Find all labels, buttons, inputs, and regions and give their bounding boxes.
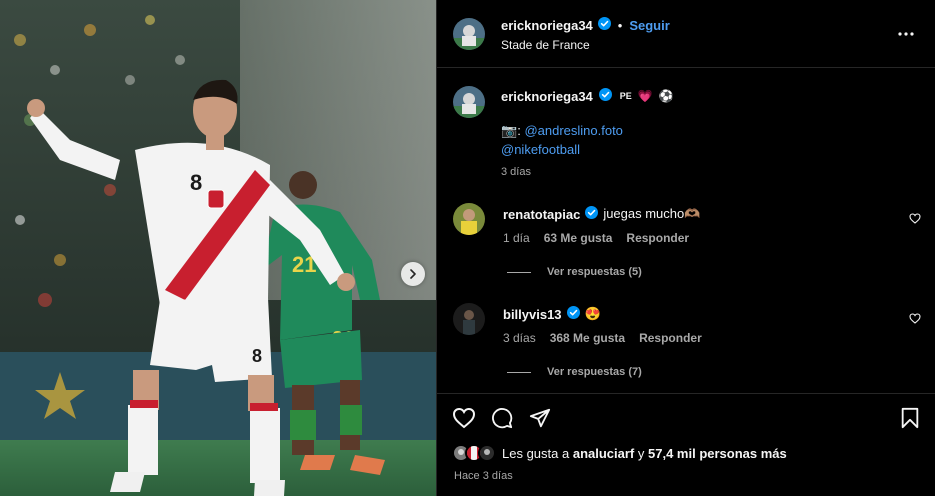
comment-text: 😍 (584, 306, 601, 321)
save-button[interactable] (900, 407, 920, 432)
comment-like-button[interactable] (909, 312, 921, 327)
comment-likes[interactable]: 368 Me gusta (550, 331, 625, 345)
more-horizontal-icon (898, 32, 914, 36)
svg-text:8: 8 (252, 346, 262, 366)
likes-summary: Les gusta a analuciarf y 57,4 mil person… (452, 444, 787, 462)
more-options-button[interactable] (898, 24, 914, 39)
author-avatar[interactable] (453, 18, 485, 50)
author-username[interactable]: ericknoriega34 (501, 18, 593, 33)
caption-photo-credit: 📷: @andreslino.foto (501, 123, 623, 139)
comment-bubble-icon (492, 408, 513, 429)
comment-time[interactable]: 1 día (503, 231, 530, 245)
heart-emoji: 💗 (637, 89, 653, 103)
comment-1-meta: 1 día 63 Me gusta Responder (503, 231, 689, 245)
comment-2-body: billyvis13 😍 (503, 306, 601, 322)
verified-badge-icon (566, 306, 580, 322)
caption-header: ericknoriega34 PE 💗 ⚽ (501, 88, 674, 104)
heart-outline-icon (909, 213, 921, 224)
share-button[interactable] (528, 407, 552, 432)
avatar-image (453, 18, 485, 50)
paper-plane-icon (529, 408, 551, 428)
replies-line (507, 371, 531, 373)
comment-text: juegas mucho🫶🏽 (603, 206, 701, 221)
reply-button[interactable]: Responder (639, 331, 702, 345)
post-action-bar (452, 407, 552, 432)
comment-1-body: renatotapiac juegas mucho🫶🏽 (503, 206, 700, 222)
post-photo[interactable]: 21 21 8 (0, 0, 436, 496)
replies-line (507, 271, 531, 273)
avatar-image (480, 446, 494, 460)
bookmark-icon (901, 407, 919, 429)
likes-joiner: y (637, 445, 645, 461)
header-separator: • (617, 17, 623, 33)
post-header-user: ericknoriega34 • Seguir (501, 17, 670, 33)
panel-divider (436, 0, 437, 496)
football-player-photo: 21 21 8 (0, 0, 436, 496)
post-side-panel: ericknoriega34 • Seguir Stade de France … (436, 0, 935, 496)
actions-divider (436, 393, 935, 394)
avatar-image (453, 86, 485, 118)
avatar-image (453, 303, 485, 335)
camera-emoji: 📷 (501, 123, 518, 138)
view-replies-2[interactable]: Ver respuestas (7) (507, 366, 642, 378)
svg-text:8: 8 (190, 170, 202, 195)
comment-avatar[interactable] (453, 203, 485, 235)
verified-badge-icon (597, 17, 611, 33)
likes-prefix: Les gusta a (502, 445, 570, 461)
avatar-image (453, 203, 485, 235)
likes-others[interactable]: 57,4 mil personas más (648, 446, 787, 461)
mention-photographer[interactable]: @andreslino.foto (524, 123, 622, 138)
view-replies-1[interactable]: Ver respuestas (5) (507, 266, 642, 278)
chevron-right-icon (410, 269, 416, 279)
verified-badge-icon (598, 88, 612, 104)
comment-avatar[interactable] (453, 303, 485, 335)
comment-username[interactable]: billyvis13 (503, 307, 562, 322)
follow-button[interactable]: Seguir (629, 18, 669, 33)
caption-author-avatar[interactable] (453, 86, 485, 118)
comment-likes[interactable]: 63 Me gusta (544, 231, 613, 245)
ball-emoji: ⚽ (658, 89, 674, 103)
reply-button[interactable]: Responder (626, 231, 689, 245)
likes-text: Les gusta a analuciarf y 57,4 mil person… (502, 446, 787, 461)
post-viewer: 21 21 8 (0, 0, 935, 496)
verified-badge-icon (585, 206, 599, 222)
heart-outline-icon (452, 407, 476, 429)
flag-text: PE (619, 91, 632, 101)
next-photo-button[interactable] (401, 262, 425, 286)
caption-mention-line: @nikefootball (501, 142, 580, 157)
comment-2-meta: 3 días 368 Me gusta Responder (503, 331, 702, 345)
mention-brand[interactable]: @nikefootball (501, 142, 580, 157)
likes-user[interactable]: analuciarf (573, 446, 634, 461)
like-button[interactable] (452, 407, 476, 432)
header-divider (436, 67, 935, 68)
comment-like-button[interactable] (909, 212, 921, 227)
comment-username[interactable]: renatotapiac (503, 207, 580, 222)
view-replies-label[interactable]: Ver respuestas (5) (547, 266, 642, 278)
heart-outline-icon (909, 313, 921, 324)
post-timestamp[interactable]: Hace 3 días (454, 470, 513, 482)
view-replies-label[interactable]: Ver respuestas (7) (547, 366, 642, 378)
caption-author-username[interactable]: ericknoriega34 (501, 89, 593, 104)
comment-button[interactable] (490, 407, 514, 432)
caption-timestamp[interactable]: 3 días (501, 166, 531, 178)
post-location[interactable]: Stade de France (501, 38, 590, 52)
caption-colon: : (517, 123, 521, 138)
comment-time[interactable]: 3 días (503, 331, 536, 345)
liker-avatar[interactable] (478, 444, 496, 462)
